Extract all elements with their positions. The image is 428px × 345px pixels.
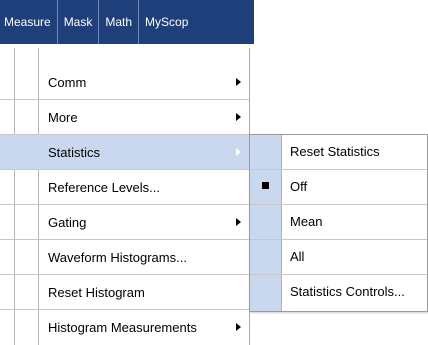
selected-bullet-icon xyxy=(262,182,269,189)
submenu-arrow-icon xyxy=(236,78,241,86)
submenu-item-reset-statistics[interactable]: Reset Statistics xyxy=(250,135,427,170)
menu-item-label: Waveform Histograms... xyxy=(48,250,187,265)
submenu-item-label: Mean xyxy=(290,214,323,229)
menu-item-reset-histogram[interactable]: Reset Histogram xyxy=(0,275,249,310)
statistics-submenu: Reset Statistics Off Mean All Statistics… xyxy=(249,134,428,312)
menu-item-histogram-measurements[interactable]: Histogram Measurements xyxy=(0,310,249,345)
submenu-arrow-icon xyxy=(236,323,241,331)
menu-myscope[interactable]: MyScop xyxy=(139,0,194,44)
menu-item-label: More xyxy=(48,110,78,125)
menu-item-label: Reset Histogram xyxy=(48,285,145,300)
menu-item-label: Comm xyxy=(48,75,87,90)
menu-mask[interactable]: Mask xyxy=(58,0,100,44)
menu-item-waveform-histograms[interactable]: Waveform Histograms... xyxy=(0,240,249,275)
menu-item-statistics[interactable]: Statistics xyxy=(0,135,249,170)
submenu-arrow-icon xyxy=(236,148,241,156)
submenu-arrow-icon xyxy=(236,113,241,121)
submenu-item-off[interactable]: Off xyxy=(250,170,427,205)
submenu-item-label: Off xyxy=(290,179,308,194)
menu-item-label: Gating xyxy=(48,215,87,230)
menu-item-more[interactable]: More xyxy=(0,100,249,135)
submenu-item-all[interactable]: All xyxy=(250,240,427,275)
submenu-item-label: Statistics Controls... xyxy=(290,284,405,299)
submenu-item-label: Reset Statistics xyxy=(290,144,380,159)
menu-item-comm[interactable]: Comm xyxy=(0,65,249,100)
menu-math[interactable]: Math xyxy=(99,0,140,44)
menu-item-label: Histogram Measurements xyxy=(48,320,197,335)
menu-bar: Measure Mask Math MyScop xyxy=(0,0,254,44)
menu-item-gating[interactable]: Gating xyxy=(0,205,249,240)
menu-item-reference-levels[interactable]: Reference Levels... xyxy=(0,170,249,205)
menu-item-label: Statistics xyxy=(48,145,101,160)
submenu-item-mean[interactable]: Mean xyxy=(250,205,427,240)
menu-item-label: Reference Levels... xyxy=(48,180,161,195)
measure-dropdown-menu: Comm More Statistics Reference Levels...… xyxy=(0,48,250,345)
menu-measure[interactable]: Measure xyxy=(0,0,58,44)
submenu-item-label: All xyxy=(290,249,305,264)
submenu-arrow-icon xyxy=(236,218,241,226)
submenu-item-statistics-controls[interactable]: Statistics Controls... xyxy=(250,275,427,310)
